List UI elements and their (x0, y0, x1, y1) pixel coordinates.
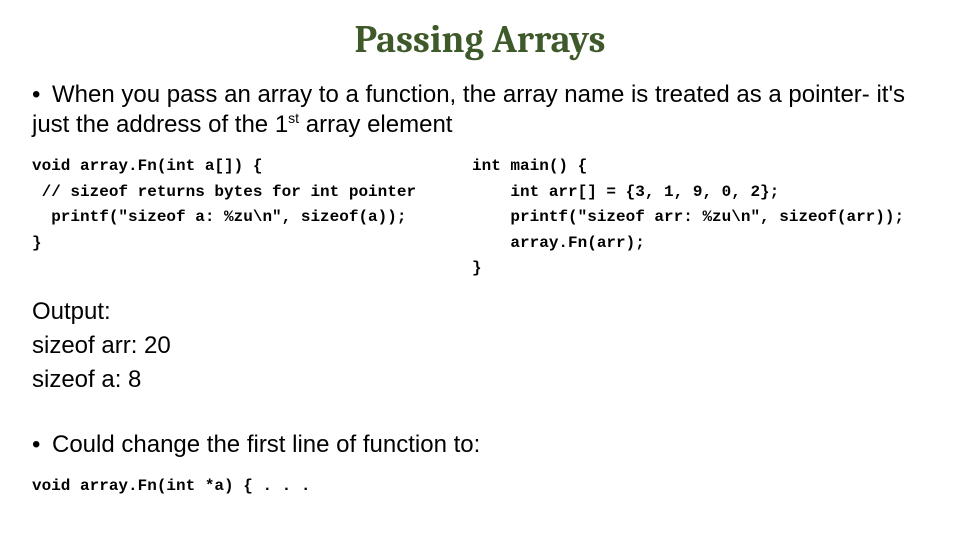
bullet-1-text-a: When you pass an array to a function, th… (32, 81, 905, 138)
output-line-2: sizeof a: 8 (32, 366, 928, 394)
code-left: void array.Fn(int a[]) { // sizeof retur… (32, 154, 462, 282)
bullet-2: •Could change the first line of function… (32, 430, 928, 460)
bullet-dot-icon: • (32, 80, 52, 110)
output-line-1: sizeof arr: 20 (32, 332, 928, 360)
output-label: Output: (32, 298, 928, 326)
slide-title: Passing Arrays (32, 18, 928, 62)
code-right: int main() { int arr[] = {3, 1, 9, 0, 2}… (472, 154, 928, 282)
bullet-1-text-b: array element (299, 111, 452, 138)
code-bottom: void array.Fn(int *a) { . . . (32, 474, 928, 500)
bullet-1: •When you pass an array to a function, t… (32, 80, 928, 140)
bullet-2-text: Could change the first line of function … (52, 431, 480, 458)
bullet-dot-icon: • (32, 430, 52, 460)
ordinal-sup: st (288, 110, 299, 126)
slide: Passing Arrays •When you pass an array t… (0, 0, 960, 540)
spacer (32, 400, 928, 430)
code-columns: void array.Fn(int a[]) { // sizeof retur… (32, 154, 928, 282)
